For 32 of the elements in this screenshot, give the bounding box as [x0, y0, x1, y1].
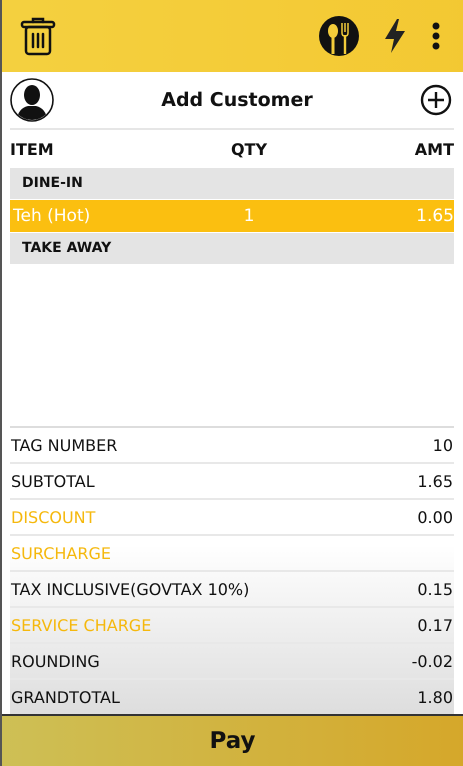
- summary-label: SUBTOTAL: [11, 472, 95, 490]
- summary-label: TAX INCLUSIVE(GOVTAX 10%): [11, 580, 250, 598]
- column-header: QTY: [230, 140, 268, 158]
- summary-link[interactable]: SURCHARGE: [11, 544, 111, 562]
- summary-value: -0.02: [412, 652, 453, 670]
- summary-value: 1.80: [417, 688, 453, 706]
- summary-value: 0.15: [417, 580, 453, 598]
- section-header: DINE-IN: [10, 168, 454, 199]
- column-header: AMT: [414, 140, 454, 158]
- avatar-icon[interactable]: [10, 78, 54, 122]
- trash-icon[interactable]: [20, 16, 56, 56]
- column-header: ITEM: [10, 140, 55, 158]
- pay-button[interactable]: Pay: [2, 714, 463, 766]
- lightning-icon[interactable]: [383, 19, 407, 53]
- menu-icon[interactable]: [431, 22, 441, 50]
- spoon-fork-icon[interactable]: [319, 16, 359, 56]
- item-amount: 1.65: [415, 206, 454, 226]
- order-item-row[interactable]: Teh (Hot) 1 1.65: [10, 200, 454, 232]
- summary-value: 1.65: [417, 472, 453, 490]
- summary-link[interactable]: DISCOUNT: [11, 508, 96, 526]
- summary-label: GRANDTOTAL: [11, 688, 120, 706]
- item-name: Teh (Hot): [13, 206, 92, 226]
- summary-value: 10: [432, 436, 453, 454]
- summary-value: 0.00: [417, 508, 453, 526]
- item-qty: 1: [242, 206, 256, 226]
- add-customer-title[interactable]: Add Customer: [161, 89, 313, 111]
- summary-label: ROUNDING: [11, 652, 100, 670]
- section-header: TAKE AWAY: [10, 233, 454, 264]
- summary-label: TAG NUMBER: [11, 436, 118, 454]
- add-icon[interactable]: [420, 84, 452, 116]
- summary-value: 0.17: [417, 616, 453, 634]
- summary-link[interactable]: SERVICE CHARGE: [11, 616, 152, 634]
